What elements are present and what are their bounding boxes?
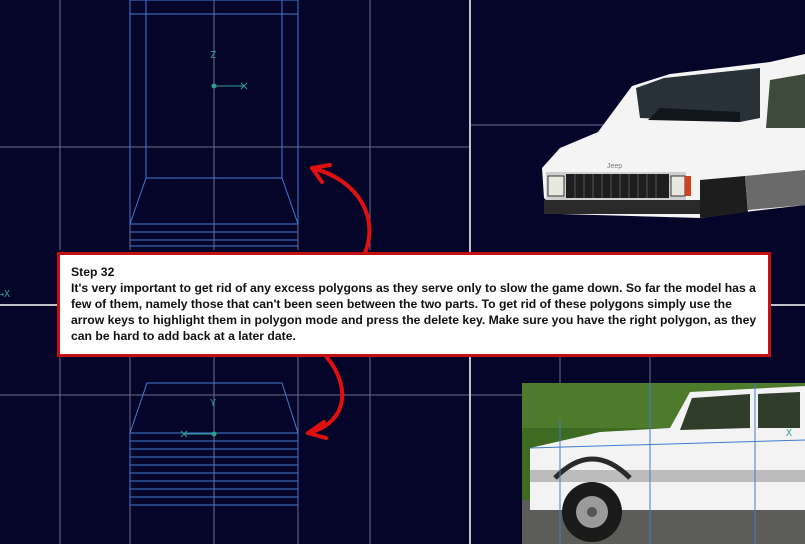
axis-label-y: Y xyxy=(210,398,217,409)
jeep-badge-text: Jeep xyxy=(607,163,622,170)
jeep-side-reference-image xyxy=(522,383,805,544)
axis-label-z: Z xyxy=(210,50,217,61)
axis-label-left-x: →X xyxy=(0,289,11,300)
red-arrow-up xyxy=(310,163,372,257)
step-title: Step 32 xyxy=(71,265,115,279)
axis-gizmo-front xyxy=(180,430,217,438)
axis-label-side-x: X xyxy=(786,428,793,439)
step-body: It's very important to get rid of any ex… xyxy=(71,281,757,343)
step-callout: Step 32 It's very important to get rid o… xyxy=(57,252,771,357)
jeep-front-reference-image: Jeep xyxy=(542,54,805,218)
axis-gizmo-top xyxy=(211,82,248,90)
